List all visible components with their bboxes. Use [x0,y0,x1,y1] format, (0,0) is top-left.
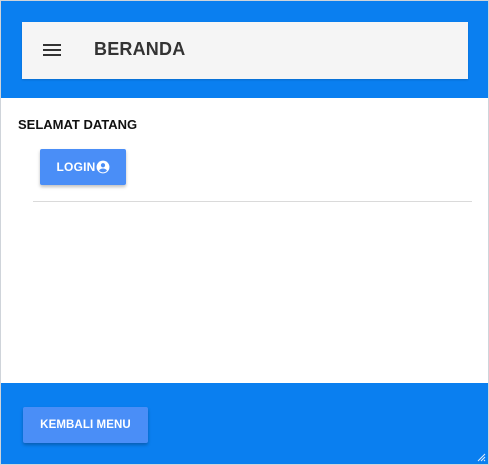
top-toolbar: BERANDA [22,22,468,79]
back-to-menu-label: KEMBALI MENU [40,419,131,431]
welcome-heading: SELAMAT DATANG [18,117,138,132]
resize-grip-icon[interactable] [476,452,486,462]
login-button[interactable]: LOGIN [40,149,126,185]
page-title: BERANDA [94,39,186,59]
header-bar: BERANDA [1,1,488,98]
app-window: BERANDA SELAMAT DATANG LOGIN KEMBALI MEN… [0,0,489,465]
account-circle-icon [96,160,109,174]
login-button-label: LOGIN [56,160,96,174]
footer-bar: KEMBALI MENU [1,383,488,464]
divider [33,201,472,202]
hamburger-menu-icon[interactable] [42,40,64,60]
back-to-menu-button[interactable]: KEMBALI MENU [23,407,148,443]
